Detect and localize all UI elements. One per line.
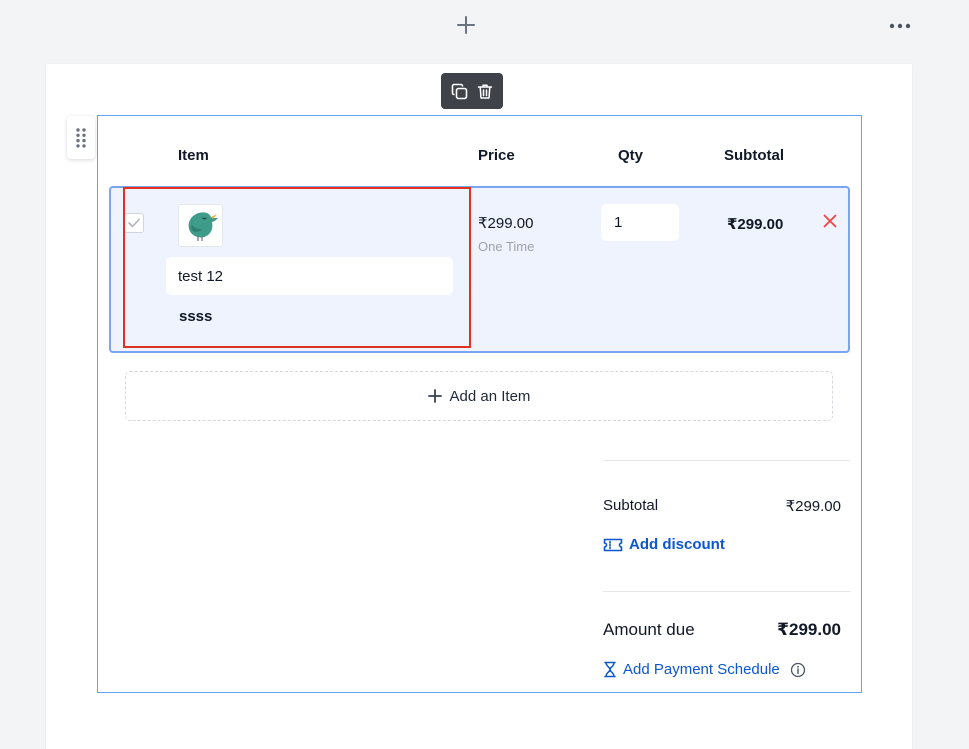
item-price: ₹299.00 [478,215,534,232]
amount-due-value: ₹299.00 [777,620,841,639]
remove-item-button[interactable] [821,212,839,230]
bird-image [188,211,218,241]
more-horizontal-icon [889,23,911,29]
info-icon[interactable] [790,662,806,678]
subtotal-label: Subtotal [603,497,659,514]
add-payment-schedule-link[interactable]: Add Payment Schedule [603,661,806,678]
close-icon [823,214,837,228]
summary-divider [603,460,850,461]
add-item-button[interactable]: Add an Item [125,371,833,421]
add-item-label: Add an Item [449,387,531,405]
copy-icon [451,83,467,99]
column-header-qty: Qty [618,147,644,164]
item-description[interactable]: ssss [179,308,212,325]
add-payment-schedule-label: Add Payment Schedule [623,661,780,678]
add-block-button[interactable] [454,13,478,37]
item-name-input[interactable]: test 12 [166,257,453,295]
plus-icon [427,389,442,403]
summary-divider [603,591,850,592]
amount-due-label: Amount due [603,620,695,639]
ticket-icon [603,538,623,551]
item-image[interactable] [178,204,223,247]
column-header-item: Item [178,147,209,164]
plus-icon [457,16,475,34]
add-discount-label: Add discount [629,536,725,553]
delete-block-button[interactable] [476,82,494,100]
check-icon [128,218,140,228]
hourglass-icon [604,661,616,678]
quantity-input[interactable]: 1 [601,204,679,241]
add-discount-link[interactable]: Add discount [603,536,725,553]
drag-grip-icon [76,127,86,148]
trash-icon [477,83,493,99]
row-checkbox[interactable] [124,213,144,233]
block-toolbar [441,73,503,109]
drag-handle[interactable] [67,116,95,159]
item-price-type: One Time [478,239,535,254]
more-options-button[interactable] [886,16,914,36]
column-header-subtotal: Subtotal [724,147,784,164]
duplicate-block-button[interactable] [450,82,468,100]
subtotal-value: ₹299.00 [785,498,841,515]
item-subtotal: ₹299.00 [727,216,784,233]
column-header-price: Price [478,147,515,164]
